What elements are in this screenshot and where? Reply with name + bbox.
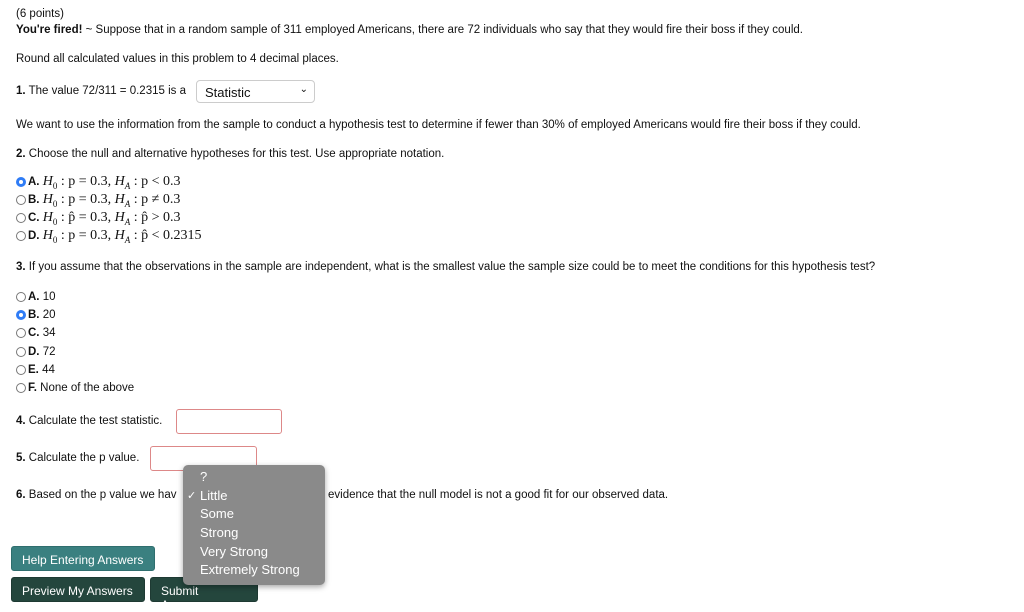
- sample-size-option[interactable]: A. 10: [16, 291, 56, 303]
- evidence-dropdown-menu[interactable]: ? ✓ Little Some Strong Very Strong Extremely S…: [183, 465, 325, 585]
- context: We want to use the information from the …: [16, 119, 861, 131]
- hypothesis-option[interactable]: C. H0 : p̂ = 0.3, HA : p̂ > 0.3: [16, 210, 181, 227]
- round-note: Round all calculated values in this prob…: [16, 53, 339, 65]
- radio-button[interactable]: [16, 177, 26, 187]
- menu-item[interactable]: Strong: [183, 524, 325, 543]
- q5-text: 5. Calculate the p value.: [16, 452, 140, 464]
- radio-button[interactable]: [16, 310, 26, 321]
- q4-text: 4. Calculate the test statistic.: [16, 415, 163, 427]
- hypothesis-option[interactable]: D. H0 : p = 0.3, HA : p̂ < 0.2315: [16, 228, 202, 245]
- chevron-down-icon: ⌄: [299, 84, 308, 95]
- sample-size-option[interactable]: F. None of the above: [16, 382, 134, 394]
- radio-button[interactable]: [16, 364, 26, 375]
- points: (6 points): [16, 8, 64, 20]
- menu-item[interactable]: Some: [183, 505, 325, 524]
- q2-text: 2. Choose the null and alternative hypot…: [16, 148, 445, 160]
- preview-answers-button[interactable]: Preview My Answers: [11, 577, 145, 602]
- q6-text: 6. Based on the p value we hav: [16, 489, 177, 501]
- q6-text-after: evidence that the null model is not a go…: [328, 489, 669, 501]
- radio-button[interactable]: [16, 346, 26, 357]
- hypothesis-option[interactable]: A. H0 : p = 0.3, HA : p < 0.3: [16, 174, 181, 191]
- intro: You're fired! ~ Suppose that in a random…: [16, 24, 803, 36]
- q1-select[interactable]: Statistic ⌄: [196, 80, 315, 103]
- q1-text: 1. The value 72/311 = 0.2315 is a: [16, 85, 186, 97]
- radio-button[interactable]: [16, 231, 26, 241]
- radio-button[interactable]: [16, 195, 26, 205]
- sample-size-option[interactable]: D. 72: [16, 346, 56, 358]
- radio-button[interactable]: [16, 328, 26, 339]
- menu-item[interactable]: Very Strong: [183, 543, 325, 562]
- sample-size-option[interactable]: E. 44: [16, 364, 55, 376]
- radio-button[interactable]: [16, 383, 26, 393]
- q3-text: 3. If you assume that the observations i…: [16, 261, 876, 273]
- sample-size-option[interactable]: B. 20: [16, 309, 56, 321]
- help-entering-answers-button[interactable]: Help Entering Answers: [11, 546, 155, 571]
- test-statistic-input[interactable]: [176, 409, 282, 434]
- checkmark-icon: ✓: [187, 489, 197, 502]
- radio-button[interactable]: [16, 292, 26, 302]
- menu-item[interactable]: ✓ Little: [183, 487, 325, 506]
- menu-item[interactable]: ?: [183, 468, 325, 487]
- sample-size-option[interactable]: C. 34: [16, 327, 56, 339]
- radio-button[interactable]: [16, 213, 26, 223]
- hypothesis-option[interactable]: B. H0 : p = 0.3, HA : p ≠ 0.3: [16, 192, 180, 209]
- menu-item[interactable]: Extremely Strong: [183, 561, 325, 580]
